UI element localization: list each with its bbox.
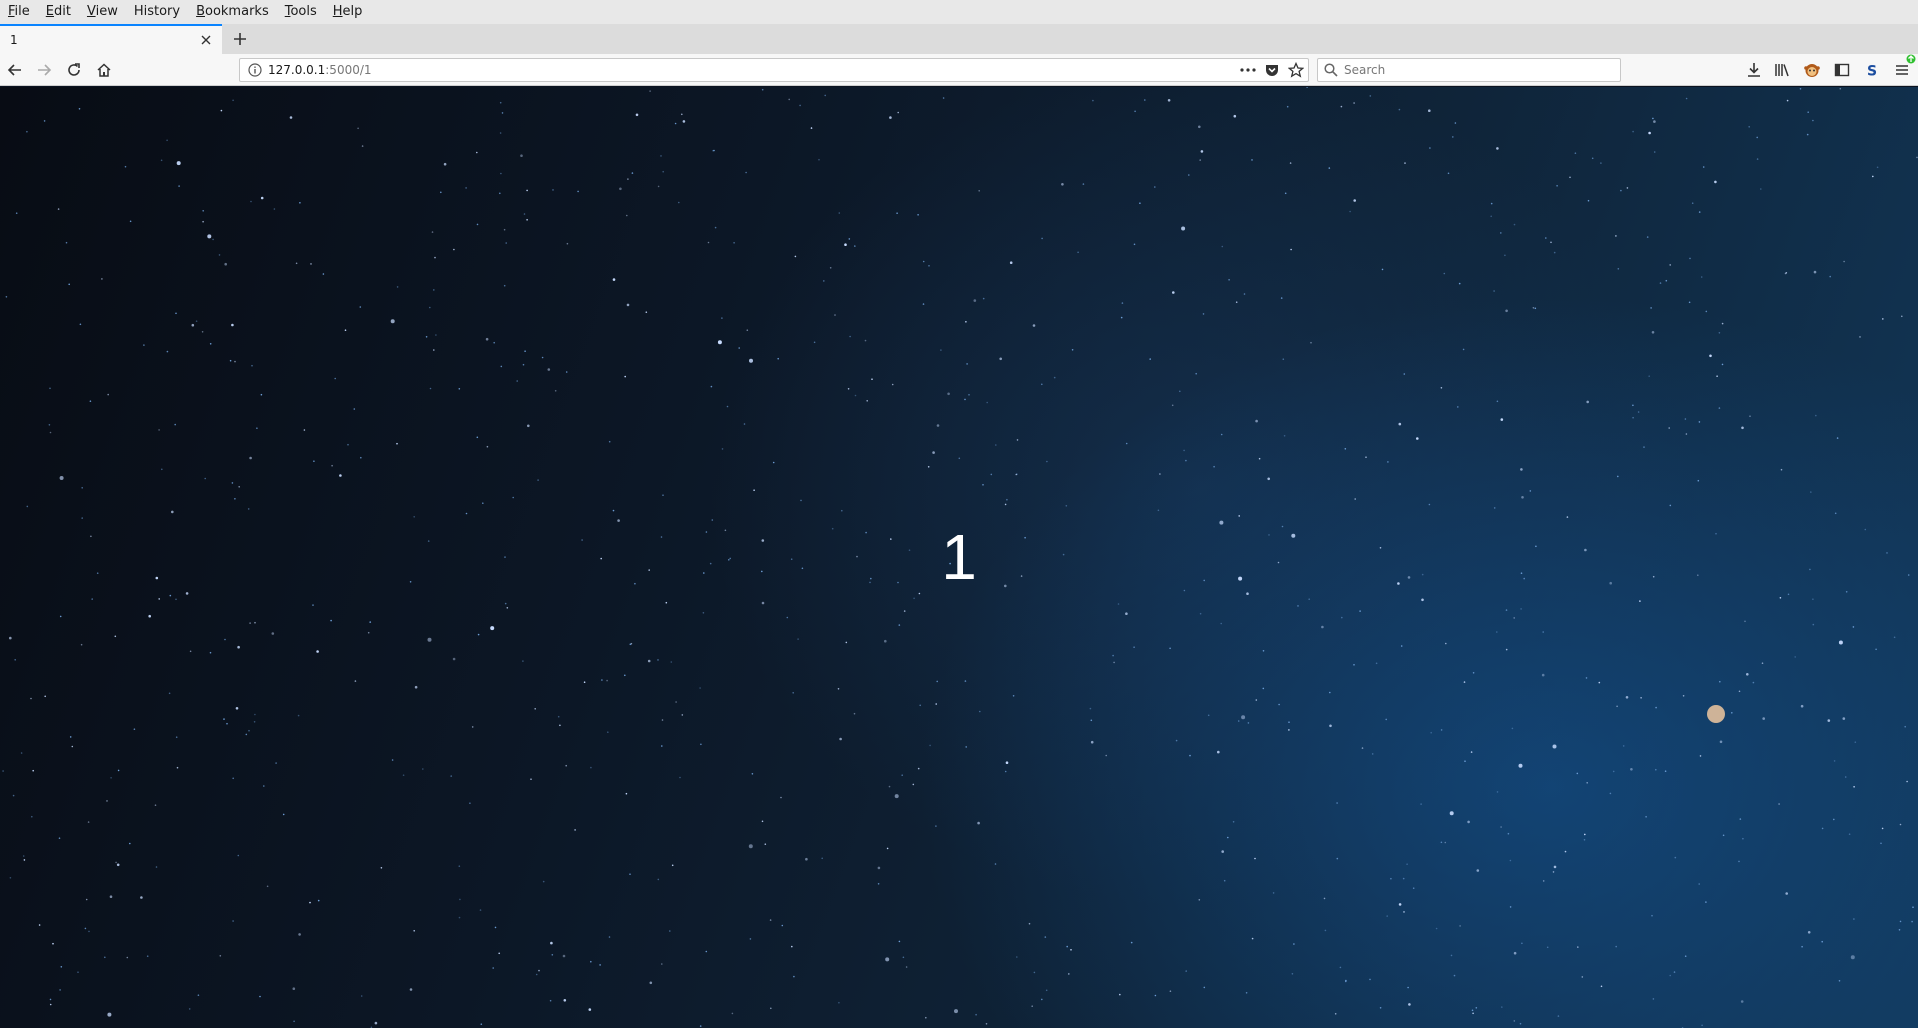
svg-text:S: S	[1867, 64, 1877, 79]
page-actions-icon[interactable]	[1240, 67, 1256, 73]
menu-tools-label: ools	[290, 4, 317, 19]
browser-window: File Edit View History Bookmarks Tools H…	[0, 0, 1918, 1028]
reload-icon	[68, 63, 80, 76]
home-icon	[97, 63, 111, 77]
back-arrow-icon	[7, 64, 21, 76]
bookmark-star-icon[interactable]	[1288, 62, 1304, 78]
url-path: :5000/1	[325, 63, 372, 77]
menu-help[interactable]: Help	[325, 0, 371, 24]
tab-strip: 1	[0, 24, 1918, 55]
search-icon	[1324, 63, 1338, 77]
hamburger-menu-icon	[1896, 65, 1908, 75]
library-icon	[1775, 64, 1789, 77]
menu-view[interactable]: View	[79, 0, 126, 24]
reload-button[interactable]	[61, 57, 87, 83]
menu-history-label: History	[133, 4, 181, 19]
navigation-bar: 127.0.0.1:5000/1 Search S	[0, 54, 1918, 86]
menu-edit-label: dit	[54, 4, 71, 19]
monkey-extension-icon	[1804, 64, 1820, 77]
menu-bookmarks-label: ookmarks	[205, 4, 269, 19]
sync-extension-button[interactable]: S	[1860, 59, 1884, 81]
menu-history[interactable]: History	[126, 0, 188, 24]
pocket-icon[interactable]	[1264, 62, 1280, 78]
menu-bookmarks-mnemonic: B	[196, 4, 205, 19]
menu-file[interactable]: File	[0, 0, 38, 24]
tab-title: 1	[10, 33, 18, 47]
page-number-heading: 1	[941, 521, 977, 593]
plus-icon	[234, 33, 246, 45]
search-input[interactable]	[1342, 62, 1606, 78]
menu-edit[interactable]: Edit	[38, 0, 79, 24]
menu-button[interactable]	[1890, 54, 1916, 81]
page-content: 1	[0, 87, 1918, 1028]
menu-view-label: iew	[95, 4, 118, 19]
menu-bar: File Edit View History Bookmarks Tools H…	[0, 0, 1918, 24]
download-icon	[1748, 63, 1760, 77]
url-text: 127.0.0.1:5000/1	[268, 63, 372, 77]
menu-file-label: ile	[14, 4, 30, 19]
url-bar[interactable]: 127.0.0.1:5000/1	[239, 58, 1309, 82]
back-button[interactable]	[2, 57, 28, 83]
s-extension-icon: S	[1867, 64, 1877, 79]
menu-edit-mnemonic: E	[45, 4, 54, 19]
library-button[interactable]	[1770, 59, 1794, 81]
menu-tools[interactable]: Tools	[277, 0, 325, 24]
menu-bookmarks[interactable]: Bookmarks	[188, 0, 277, 24]
forward-button[interactable]	[31, 57, 57, 83]
tab-close-icon[interactable]	[194, 28, 218, 52]
extension-button[interactable]	[1800, 59, 1824, 81]
sidebar-button[interactable]	[1830, 59, 1854, 81]
menu-help-label: elp	[342, 4, 363, 19]
search-bar[interactable]	[1317, 58, 1621, 82]
update-badge-icon	[1906, 54, 1916, 64]
home-button[interactable]	[91, 57, 117, 83]
menu-help-mnemonic: H	[332, 4, 343, 19]
new-tab-button[interactable]	[228, 27, 252, 51]
tab-active[interactable]: 1	[0, 24, 222, 54]
downloads-button[interactable]	[1742, 59, 1766, 81]
info-icon[interactable]	[248, 63, 262, 77]
forward-arrow-icon	[38, 64, 52, 76]
url-host: 127.0.0.1	[268, 63, 326, 77]
url-actions	[1240, 59, 1304, 81]
sidebar-icon	[1834, 63, 1850, 77]
menu-view-mnemonic: V	[86, 4, 96, 19]
